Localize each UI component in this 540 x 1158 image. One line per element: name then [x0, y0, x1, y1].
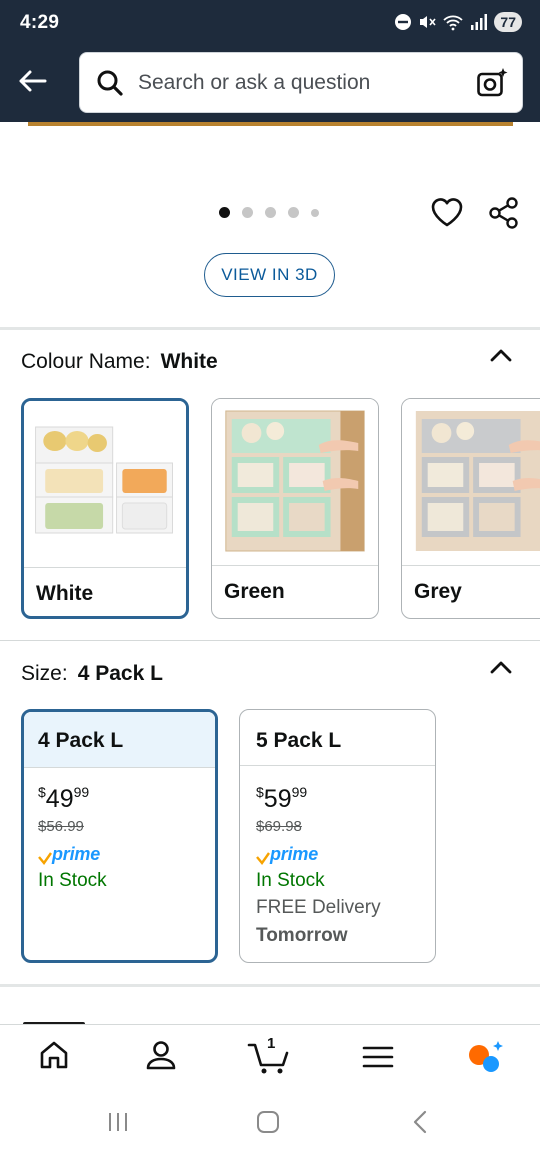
carousel-dot[interactable] [265, 207, 276, 218]
search-icon [97, 70, 123, 96]
colour-option-label: White [36, 582, 94, 605]
stock-status: In Stock [256, 870, 325, 891]
colour-selected-value: White [160, 350, 218, 373]
prime-badge: prime [38, 844, 100, 865]
size-option-label: 5 Pack L [256, 729, 342, 752]
size-selected-value: 4 Pack L [77, 662, 163, 685]
view-in-3d-button[interactable]: VIEW IN 3D [204, 253, 335, 297]
colour-section-title: Colour Name: White [21, 350, 218, 374]
size-option-4-pack-l[interactable]: 4 Pack L $4999 $56.99 prime In Stock [21, 709, 218, 963]
delivery-day: Tomorrow [256, 925, 348, 946]
rufus-assistant-icon[interactable] [466, 1039, 506, 1075]
status-icons: 77 [394, 12, 522, 32]
account-icon[interactable] [145, 1039, 177, 1071]
prime-badge: prime [256, 844, 318, 865]
delivery-text: FREE Delivery [256, 897, 381, 918]
product-image-edge [28, 122, 513, 126]
signal-icon [471, 14, 488, 30]
size-option-header: 4 Pack L [24, 712, 215, 768]
back-button[interactable] [14, 64, 50, 98]
system-navigation-bar [0, 1090, 540, 1158]
carousel-dot[interactable] [288, 207, 299, 218]
carousel-dot[interactable] [242, 207, 253, 218]
battery-indicator: 77 [494, 12, 522, 32]
cart-count: 1 [267, 1035, 276, 1052]
chevron-up-icon[interactable] [486, 345, 516, 365]
size-option-label: 4 Pack L [38, 729, 124, 752]
chevron-up-icon[interactable] [486, 657, 516, 677]
price: $5999 [256, 784, 308, 813]
section-divider [0, 640, 540, 641]
colour-option-label: Green [224, 580, 285, 603]
price: $4999 [38, 784, 90, 813]
menu-icon[interactable] [362, 1045, 394, 1069]
search-bar[interactable] [79, 52, 523, 113]
swatch-separator [212, 565, 378, 566]
bottom-navigation: 1 [0, 1024, 540, 1090]
was-price: $56.99 [38, 818, 84, 835]
app-header: 4:29 77 [0, 0, 540, 122]
share-icon[interactable] [487, 196, 521, 230]
stock-status: In Stock [38, 870, 107, 891]
mute-icon [420, 16, 437, 28]
size-option-header: 5 Pack L [240, 710, 435, 766]
search-input[interactable] [138, 63, 458, 103]
size-label: Size: [21, 662, 68, 685]
section-divider [0, 327, 540, 330]
do-not-disturb-icon [395, 14, 412, 30]
prime-check-icon [256, 852, 270, 865]
colour-option-green[interactable]: Green [211, 398, 379, 619]
status-time: 4:29 [20, 12, 60, 33]
size-option-5-pack-l[interactable]: 5 Pack L $5999 $69.98 prime In Stock FRE… [239, 709, 436, 963]
product-thumbnail-white [24, 401, 186, 567]
back-nav-icon[interactable] [410, 1110, 430, 1134]
home-button-icon[interactable] [256, 1110, 280, 1134]
carousel-dot[interactable] [219, 207, 230, 218]
image-carousel-dots[interactable] [219, 207, 319, 218]
colour-option-grey[interactable]: Grey [401, 398, 540, 619]
product-thumbnail-grey [402, 399, 540, 565]
carousel-dot[interactable] [311, 208, 319, 217]
home-icon[interactable] [38, 1039, 70, 1071]
colour-option-label: Grey [414, 580, 462, 603]
arrow-left-icon [19, 70, 47, 92]
colour-label: Colour Name: [21, 350, 151, 373]
section-divider [0, 984, 540, 987]
size-section-title: Size: 4 Pack L [21, 662, 163, 686]
swatch-separator [24, 567, 186, 568]
product-thumbnail-green [212, 399, 378, 565]
product-page: 4:29 77 VIEW IN 3D Colour Name: White [0, 0, 540, 1158]
was-price: $69.98 [256, 818, 302, 835]
wifi-icon [443, 15, 464, 31]
prime-check-icon [38, 852, 52, 865]
swatch-separator [402, 565, 540, 566]
camera-search-icon[interactable] [476, 67, 508, 99]
recent-apps-icon[interactable] [106, 1110, 130, 1134]
colour-option-white[interactable]: White [21, 398, 189, 619]
heart-icon[interactable] [430, 196, 464, 228]
